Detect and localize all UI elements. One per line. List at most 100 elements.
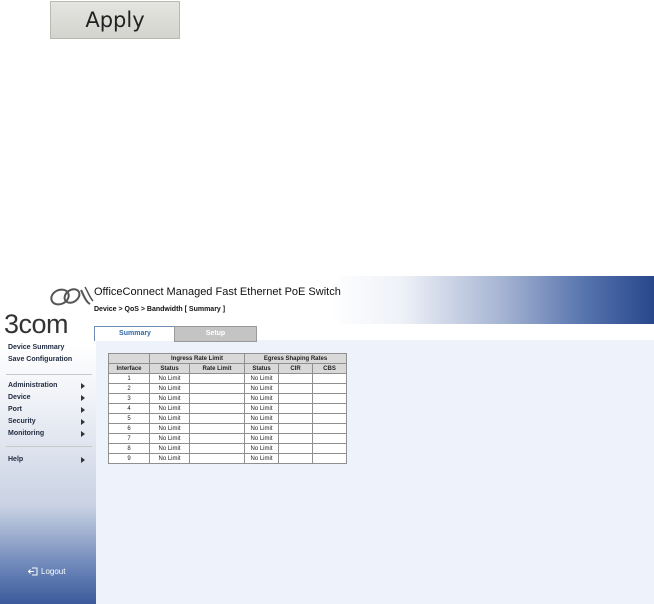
tab-summary[interactable]: Summary [94, 326, 176, 341]
3com-logo-rings-icon [50, 286, 94, 306]
interface-cell: 2 [108, 383, 150, 394]
nav-device-summary[interactable]: Device Summary [8, 344, 64, 351]
cbs-cell [312, 413, 347, 424]
interface-cell: 7 [108, 433, 150, 444]
table-row: 3 No Limit No Limit [108, 393, 347, 404]
table-group-header-row: Ingress Rate Limit Egress Shaping Rates [108, 353, 347, 364]
table-column-header-row: Interface Status Rate Limit Status CIR C… [108, 363, 347, 374]
egress-status-cell: No Limit [244, 403, 279, 414]
table-row: 8 No Limit No Limit [108, 443, 347, 454]
egress-status-cell: No Limit [244, 443, 279, 454]
cir-cell [278, 443, 313, 454]
egress-status-cell: No Limit [244, 433, 279, 444]
nav-security[interactable]: Security [8, 418, 36, 425]
table-row: 5 No Limit No Limit [108, 413, 347, 424]
cbs-cell [312, 403, 347, 414]
cir-cell [278, 383, 313, 394]
table-row: 6 No Limit No Limit [108, 423, 347, 434]
nav-divider [6, 374, 92, 375]
nav-device[interactable]: Device [8, 394, 31, 401]
arrow-right-icon [81, 407, 85, 413]
table-header-blank [108, 353, 150, 364]
nav-divider [6, 446, 92, 447]
arrow-right-icon [81, 431, 85, 437]
column-header-rate-limit: Rate Limit [189, 363, 245, 374]
cir-cell [278, 393, 313, 404]
nav-monitoring[interactable]: Monitoring [8, 430, 44, 437]
column-header-egress-status: Status [244, 363, 279, 374]
interface-cell: 5 [108, 413, 150, 424]
cir-cell [278, 403, 313, 414]
ingress-status-cell: No Limit [149, 383, 190, 394]
page-title: OfficeConnect Managed Fast Ethernet PoE … [94, 286, 341, 298]
arrow-right-icon [81, 383, 85, 389]
rate-limit-cell [189, 393, 245, 404]
cbs-cell [312, 383, 347, 394]
interface-cell: 8 [108, 443, 150, 454]
egress-shaping-rates-header: Egress Shaping Rates [244, 353, 347, 364]
rate-limit-cell [189, 433, 245, 444]
3com-logo-text: 3com [4, 309, 69, 339]
header-banner: OfficeConnect Managed Fast Ethernet PoE … [94, 276, 654, 324]
rate-limit-cell [189, 373, 245, 384]
table-row: 1 No Limit No Limit [108, 373, 347, 384]
cbs-cell [312, 433, 347, 444]
ingress-rate-limit-header: Ingress Rate Limit [149, 353, 245, 364]
cbs-cell [312, 373, 347, 384]
ingress-status-cell: No Limit [149, 373, 190, 384]
ingress-status-cell: No Limit [149, 413, 190, 424]
interface-cell: 9 [108, 453, 150, 464]
arrow-right-icon [81, 419, 85, 425]
rate-limit-cell [189, 403, 245, 414]
cbs-cell [312, 393, 347, 404]
tab-setup[interactable]: Setup [174, 326, 257, 342]
column-header-interface: Interface [108, 363, 150, 374]
interface-cell: 4 [108, 403, 150, 414]
sidebar: 3com Device Summary Save Configuration A… [0, 276, 96, 604]
column-header-cir: CIR [278, 363, 313, 374]
interface-cell: 3 [108, 393, 150, 404]
ingress-status-cell: No Limit [149, 403, 190, 414]
cbs-cell [312, 423, 347, 434]
table-row: 7 No Limit No Limit [108, 433, 347, 444]
egress-status-cell: No Limit [244, 413, 279, 424]
egress-status-cell: No Limit [244, 423, 279, 434]
ingress-status-cell: No Limit [149, 393, 190, 404]
cir-cell [278, 413, 313, 424]
nav-help[interactable]: Help [8, 456, 23, 463]
interface-cell: 6 [108, 423, 150, 434]
cir-cell [278, 453, 313, 464]
egress-status-cell: No Limit [244, 383, 279, 394]
rate-limit-cell [189, 423, 245, 434]
breadcrumb: Device > QoS > Bandwidth [ Summary ] [94, 306, 226, 313]
ingress-status-cell: No Limit [149, 453, 190, 464]
arrow-right-icon [81, 395, 85, 401]
ingress-status-cell: No Limit [149, 443, 190, 454]
cir-cell [278, 433, 313, 444]
egress-status-cell: No Limit [244, 393, 279, 404]
egress-status-cell: No Limit [244, 373, 279, 384]
column-header-ingress-status: Status [149, 363, 190, 374]
cbs-cell [312, 453, 347, 464]
logout-label: Logout [41, 567, 66, 576]
column-header-cbs: CBS [312, 363, 347, 374]
cir-cell [278, 423, 313, 434]
ingress-status-cell: No Limit [149, 423, 190, 434]
apply-button[interactable]: Apply [50, 1, 180, 39]
table-row: 9 No Limit No Limit [108, 453, 347, 464]
nav-save-configuration[interactable]: Save Configuration [8, 356, 72, 363]
interface-cell: 1 [108, 373, 150, 384]
rate-limit-cell [189, 443, 245, 454]
rate-limit-cell [189, 413, 245, 424]
nav-port[interactable]: Port [8, 406, 22, 413]
cir-cell [278, 373, 313, 384]
table-row: 4 No Limit No Limit [108, 403, 347, 414]
logout-icon [28, 567, 38, 576]
bandwidth-summary-table: Ingress Rate Limit Egress Shaping Rates … [108, 353, 347, 464]
arrow-right-icon [81, 457, 85, 463]
rate-limit-cell [189, 453, 245, 464]
nav-administration[interactable]: Administration [8, 382, 57, 389]
ingress-status-cell: No Limit [149, 433, 190, 444]
rate-limit-cell [189, 383, 245, 394]
logout-link[interactable]: Logout [28, 567, 65, 576]
